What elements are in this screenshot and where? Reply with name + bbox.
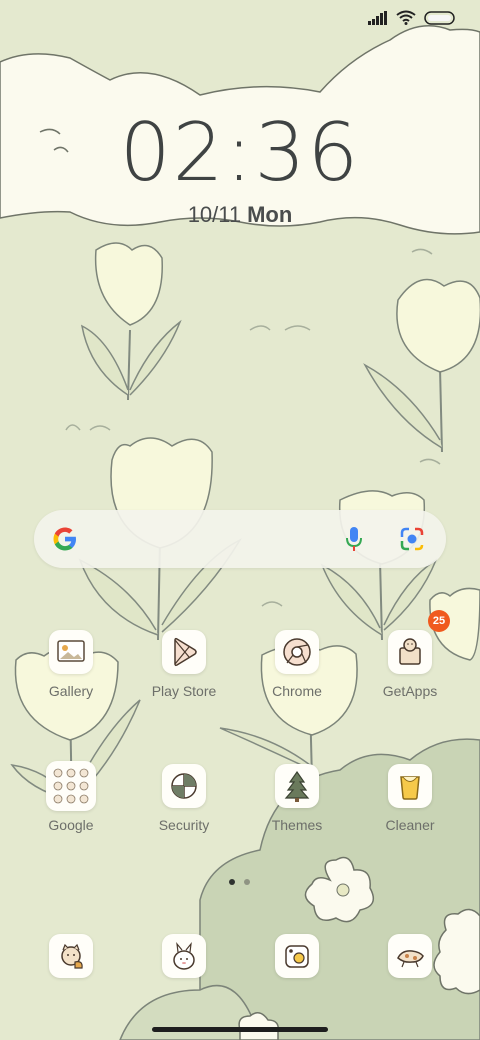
lockscreen-clock: 02:36 (119, 106, 361, 199)
mic-icon[interactable] (344, 525, 364, 553)
page-dot-active (229, 879, 235, 885)
app-label: GetApps (382, 683, 438, 699)
app-play-store[interactable]: Play Store (132, 630, 236, 699)
phone-icon (49, 934, 93, 978)
cleaner-icon (388, 764, 432, 808)
app-google-folder[interactable]: Google (19, 761, 123, 833)
camera-icon (275, 934, 319, 978)
app-label: Play Store (151, 683, 217, 699)
lockscreen-date: 10/11 Mon (0, 202, 480, 228)
app-getapps[interactable]: 25 GetApps (358, 610, 462, 699)
chrome-icon (275, 630, 319, 674)
browser-icon (388, 934, 432, 978)
google-search-bar[interactable] (34, 510, 446, 568)
dock-messages[interactable] (132, 934, 236, 978)
battery-icon (424, 10, 455, 25)
signal-icon (368, 10, 387, 25)
app-label: Themes (271, 817, 323, 833)
app-label: Security (158, 817, 210, 833)
page-indicator[interactable] (229, 879, 250, 885)
getapps-icon: 25 (388, 610, 450, 674)
app-label: Cleaner (385, 817, 435, 833)
app-themes[interactable]: Themes (245, 764, 349, 833)
dock-phone[interactable] (19, 934, 123, 978)
google-folder-icon (46, 761, 96, 811)
app-chrome[interactable]: Chrome (245, 630, 349, 699)
app-label: Gallery (48, 683, 94, 699)
dock-browser[interactable] (358, 934, 462, 978)
home-indicator[interactable] (152, 1027, 328, 1032)
page-dot (244, 879, 250, 885)
notification-badge: 25 (428, 610, 450, 632)
date-text: 10/11 (187, 202, 242, 227)
gallery-icon (49, 630, 93, 674)
app-security[interactable]: Security (132, 764, 236, 833)
dock-camera[interactable] (245, 934, 349, 978)
play-store-icon (162, 630, 206, 674)
app-label: Chrome (272, 683, 322, 699)
google-g-icon (53, 527, 76, 551)
themes-icon (275, 764, 319, 808)
wifi-icon (396, 10, 416, 25)
status-bar (368, 10, 456, 25)
weekday-text: Mon (247, 202, 293, 227)
app-cleaner[interactable]: Cleaner (358, 764, 462, 833)
app-gallery[interactable]: Gallery (19, 630, 123, 699)
security-icon (162, 764, 206, 808)
messages-icon (162, 934, 206, 978)
app-label: Google (48, 817, 94, 833)
lens-icon[interactable] (398, 525, 426, 553)
